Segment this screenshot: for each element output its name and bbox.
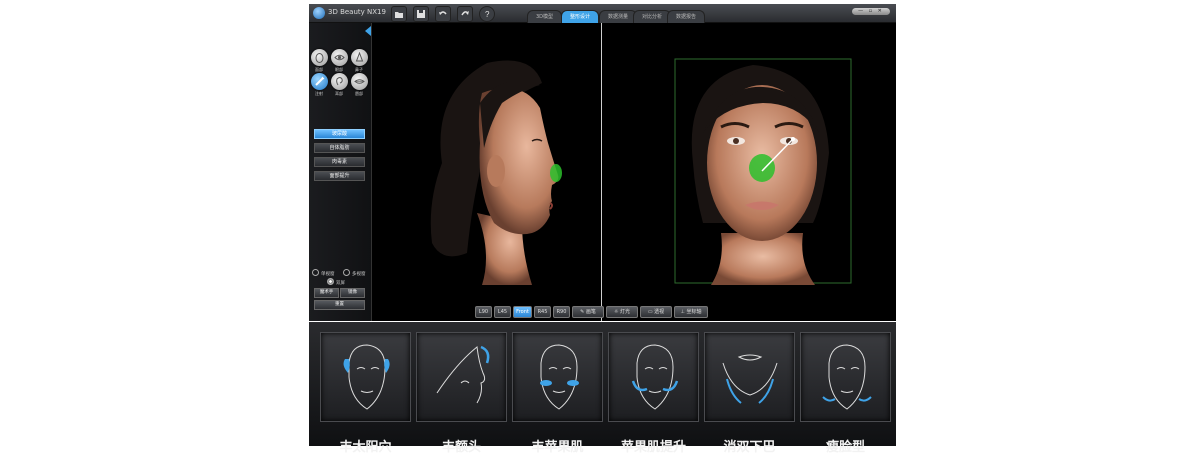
forehead-icon — [436, 345, 490, 404]
view-r45-button[interactable]: R45 — [534, 306, 551, 318]
app-title: 3D Beauty NX19 — [328, 8, 386, 16]
svg-text:?: ? — [485, 10, 490, 19]
procedure-hyaluronic[interactable]: 玻尿酸 — [314, 129, 365, 139]
treatment-card-cheek-lift[interactable]: 苹果肌提升 — [608, 332, 699, 455]
redo-icon[interactable] — [457, 6, 473, 22]
procedure-fat[interactable]: 自体脂肪 — [314, 143, 365, 153]
tab-design[interactable]: 整形设计 — [561, 10, 600, 23]
app-window: 3D Beauty NX19 ? 3D模型 整形设计 数据测量 对比分析 数据报… — [309, 4, 896, 321]
tab-3d-model[interactable]: 3D模型 — [527, 10, 563, 23]
cheek-lift-icon — [631, 344, 679, 410]
mirror-button[interactable]: 镜像 — [340, 288, 365, 298]
face-front-model — [674, 58, 852, 285]
treatment-label: 丰苹果肌 — [531, 440, 584, 455]
feature-label: 注射 — [315, 91, 323, 96]
radio-label: 双屏 — [336, 281, 345, 286]
tool-label: 坐标轴 — [686, 309, 702, 315]
ear-icon[interactable] — [331, 73, 348, 90]
treatment-card-temple[interactable]: 丰太阳穴 — [320, 332, 411, 455]
viewport-profile[interactable] — [372, 23, 601, 321]
temple-icon — [343, 344, 390, 410]
radio-multi-view[interactable]: 多视窗 — [343, 269, 366, 278]
pen-tool-button[interactable]: ✎ 画笔 — [572, 306, 604, 318]
treatment-card-slim-face[interactable]: 瘦脸型 — [800, 332, 891, 455]
treatment-label: 消双下巴 — [723, 440, 776, 455]
radio-label: 多视窗 — [352, 272, 366, 277]
slim-face-icon — [822, 344, 872, 410]
collapse-arrow-icon[interactable] — [365, 26, 371, 36]
reset-button[interactable]: 重置 — [314, 300, 365, 310]
procedure-lift[interactable]: 面部提升 — [314, 171, 365, 181]
cheek-icon — [540, 344, 579, 410]
face-icon[interactable] — [311, 49, 328, 66]
feature-label: 耳部 — [335, 91, 343, 96]
sidebar: 面部 眼部 鼻子 注射 耳部 唇部 玻尿酸 自体脂肪 肉毒素 面部提升 单视窗 … — [309, 23, 372, 321]
tab-measure[interactable]: 数据测量 — [599, 10, 638, 23]
viewport-front[interactable] — [603, 23, 896, 321]
treatment-card-double-chin[interactable]: 消双下巴 — [704, 332, 795, 455]
treatment-strip: 丰太阳穴 丰额头 丰苹果肌 苹果肌提升 消双下巴 瘦脸型 — [309, 322, 896, 455]
magic-hand-button[interactable]: 魔术手 — [314, 288, 339, 298]
nose-icon[interactable] — [351, 49, 368, 66]
light-tool-button[interactable]: ☼ 灯光 — [606, 306, 638, 318]
tab-compare[interactable]: 对比分析 — [633, 10, 672, 23]
radio-dual-screen[interactable]: 双屏 — [327, 278, 345, 287]
procedure-botox[interactable]: 肉毒素 — [314, 157, 365, 167]
tool-label: 透视 — [654, 309, 665, 315]
window-controls[interactable]: — ▫ ✕ — [852, 8, 890, 15]
save-icon[interactable] — [413, 6, 429, 22]
viewport-divider[interactable] — [601, 23, 602, 321]
folder-icon[interactable] — [391, 6, 407, 22]
eye-icon[interactable] — [331, 49, 348, 66]
treatment-card-cheek[interactable]: 丰苹果肌 — [512, 332, 603, 455]
face-profile-model — [430, 60, 562, 285]
tool-label: 画笔 — [585, 309, 596, 315]
double-chin-icon — [722, 354, 778, 404]
feature-label: 唇部 — [355, 91, 363, 96]
undo-icon[interactable] — [435, 6, 451, 22]
view-l90-button[interactable]: L90 — [475, 306, 492, 318]
radio-label: 单视窗 — [321, 272, 335, 277]
treatment-label: 瘦脸型 — [825, 440, 865, 455]
view-front-button[interactable]: Front — [513, 306, 532, 318]
radio-single-view[interactable]: 单视窗 — [312, 269, 335, 278]
lips-icon[interactable] — [351, 73, 368, 90]
tab-report[interactable]: 数据报告 — [667, 10, 706, 23]
treatment-label: 丰额头 — [441, 440, 481, 455]
title-bar: 3D Beauty NX19 ? 3D模型 整形设计 数据测量 对比分析 数据报… — [309, 4, 896, 23]
treatment-label: 苹果肌提升 — [620, 440, 686, 455]
axis-tool-button[interactable]: ⊥ 坐标轴 — [674, 306, 708, 318]
syringe-icon[interactable] — [311, 73, 328, 90]
app-logo-icon — [313, 7, 325, 19]
perspective-tool-button[interactable]: ▭ 透视 — [640, 306, 672, 318]
view-r90-button[interactable]: R90 — [553, 306, 570, 318]
help-icon[interactable]: ? — [479, 6, 495, 22]
view-l45-button[interactable]: L45 — [494, 306, 511, 318]
tool-label: 灯光 — [620, 309, 631, 315]
treatment-card-forehead[interactable]: 丰额头 — [416, 332, 507, 455]
treatment-label: 丰太阳穴 — [339, 440, 392, 455]
